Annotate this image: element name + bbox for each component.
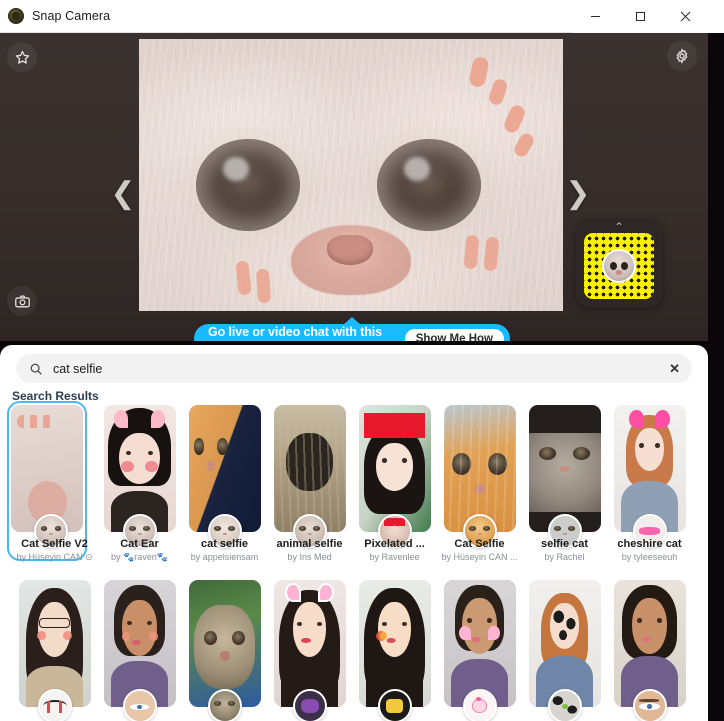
- camera-icon[interactable]: [7, 286, 37, 316]
- lens-card[interactable]: cheshire cat by tyleeseeuh: [607, 405, 692, 580]
- lens-thumbnail: [528, 405, 601, 532]
- lens-card[interactable]: [182, 580, 267, 721]
- lens-author-avatar: [632, 689, 667, 721]
- lens-grid: Cat Selfie V2 by Hüseyin CAN ⊙ Cat Ear b…: [0, 401, 708, 721]
- lens-author-avatar: [207, 689, 242, 721]
- lens-thumbnail: [358, 405, 431, 532]
- lens-card[interactable]: [12, 580, 97, 721]
- lens-thumbnail: [188, 580, 261, 707]
- lens-name: Cat Selfie V2: [21, 538, 88, 550]
- lens-author-avatar: [37, 689, 72, 721]
- lens-author-avatar: [462, 689, 497, 721]
- chevron-up-icon[interactable]: ⌃: [576, 221, 662, 233]
- lens-card[interactable]: [352, 580, 437, 721]
- lens-thumbnail: [358, 580, 431, 707]
- lens-author: by Ravenlee: [369, 552, 420, 562]
- window-title: Snap Camera: [32, 9, 111, 23]
- camera-stage: ❮ ❯ ⌃ Go live or video chat with this Sh…: [0, 33, 708, 341]
- search-bar[interactable]: cat selfie ✕: [16, 354, 692, 383]
- lens-name: Pixelated ...: [364, 538, 425, 550]
- lens-author-avatar: [547, 689, 582, 721]
- lens-card[interactable]: [607, 580, 692, 721]
- lens-author: by Rachel: [544, 552, 585, 562]
- lens-author: by Hüseyin CAN ⊙: [16, 552, 93, 562]
- star-icon[interactable]: [7, 42, 37, 72]
- lens-author: by 🐾raven🐾: [111, 552, 168, 562]
- lens-card[interactable]: Pixelated ... by Ravenlee: [352, 405, 437, 580]
- snapcode-image: [584, 233, 654, 299]
- minimize-button[interactable]: [573, 0, 618, 33]
- lens-author-avatar: [122, 689, 157, 721]
- camera-preview: [139, 39, 563, 311]
- window-right-edge: [708, 33, 724, 721]
- lens-author: by appelsiensam: [190, 552, 259, 562]
- lens-thumbnail: [613, 580, 686, 707]
- lens-name: cheshire cat: [617, 538, 682, 550]
- window-controls: [573, 0, 708, 33]
- lens-thumbnail: [188, 405, 261, 532]
- lens-name: animal selfie: [276, 538, 343, 550]
- lens-card[interactable]: [437, 580, 522, 721]
- lens-card[interactable]: animal selfie by Iris Med: [267, 405, 352, 580]
- snapcode-cat-thumbnail: [602, 249, 636, 283]
- lens-author: by Iris Med: [287, 552, 332, 562]
- close-button[interactable]: [663, 0, 708, 33]
- previous-lens-arrow[interactable]: ❮: [108, 173, 138, 215]
- lens-thumbnail: [103, 405, 176, 532]
- lens-card[interactable]: Cat Selfie V2 by Hüseyin CAN ⊙: [7, 401, 97, 580]
- lens-name: Cat Ear: [120, 538, 159, 550]
- clear-search-icon[interactable]: ✕: [669, 361, 680, 377]
- lens-thumbnail: [103, 580, 176, 707]
- lens-thumbnail: [11, 405, 83, 532]
- lens-thumbnail: [443, 405, 516, 532]
- lens-thumbnail: [273, 405, 346, 532]
- lens-thumbnail: [18, 580, 91, 707]
- show-me-how-button[interactable]: Show Me How: [404, 328, 504, 341]
- search-icon: [30, 363, 42, 375]
- lens-thumbnail: [528, 580, 601, 707]
- lens-card[interactable]: [522, 580, 607, 721]
- lens-author-avatar: [377, 689, 412, 721]
- lens-thumbnail: [273, 580, 346, 707]
- lens-name: selfie cat: [540, 538, 589, 550]
- lens-card[interactable]: selfie cat by Rachel: [522, 405, 607, 580]
- snapcode-panel[interactable]: ⌃: [576, 219, 662, 307]
- preview-video: [139, 39, 563, 311]
- title-bar: Snap Camera: [0, 0, 708, 33]
- maximize-button[interactable]: [618, 0, 663, 33]
- lens-thumbnail: [613, 405, 686, 532]
- snap-camera-logo-icon: [8, 8, 24, 24]
- lens-card[interactable]: Cat Selfie by Hüseyin CAN ...: [437, 405, 522, 580]
- lens-card[interactable]: [97, 580, 182, 721]
- lens-name: Cat Selfie: [454, 538, 505, 550]
- go-live-banner-text: Go live or video chat with this Lens!: [208, 324, 383, 342]
- lens-author-avatar: [292, 689, 327, 721]
- lens-card[interactable]: Cat Ear by 🐾raven🐾: [97, 405, 182, 580]
- lens-author: by Hüseyin CAN ...: [441, 552, 518, 562]
- lens-author: by tyleeseeuh: [621, 552, 678, 562]
- lens-card[interactable]: [267, 580, 352, 721]
- snap-camera-window: Snap Camera ❮ ❯ ⌃ Go live or video chat …: [0, 0, 724, 721]
- gear-icon[interactable]: [667, 41, 697, 71]
- titlebar-right-filler: [708, 0, 724, 33]
- lens-browser: cat selfie ✕ Search Results Cat Selfie V…: [0, 345, 708, 721]
- next-lens-arrow[interactable]: ❯: [563, 173, 593, 215]
- go-live-banner: Go live or video chat with this Lens! Sh…: [194, 324, 510, 341]
- lens-thumbnail: [443, 580, 516, 707]
- search-input[interactable]: cat selfie: [53, 362, 669, 376]
- lens-card[interactable]: cat selfie by appelsiensam: [182, 405, 267, 580]
- lens-name: cat selfie: [200, 538, 249, 550]
